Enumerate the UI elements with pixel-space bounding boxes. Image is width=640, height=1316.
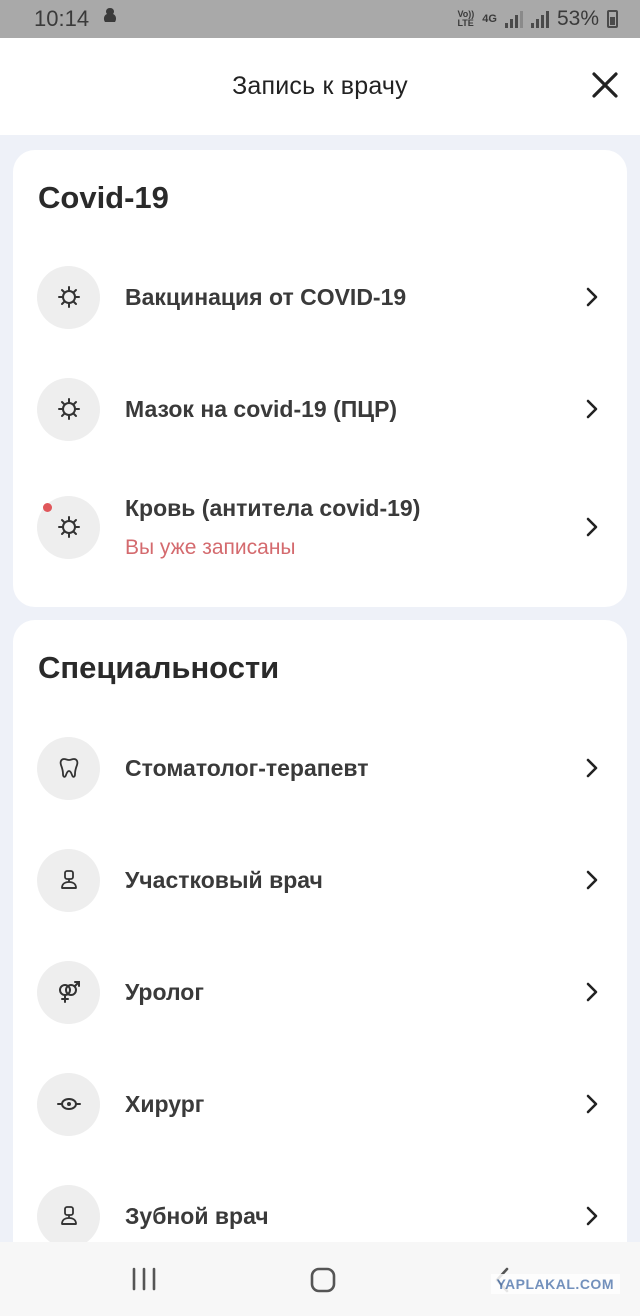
list-item-label: Участковый врач (125, 866, 323, 893)
battery-percent: 53% (556, 7, 599, 30)
list-item-dentist-therapist[interactable]: Стоматолог-терапевт (13, 723, 627, 813)
home-icon (310, 1267, 336, 1293)
specialties-section-title: Специальности (38, 650, 280, 685)
volte-indicator: Vo)) LTE (457, 9, 475, 28)
list-item-label: Кровь (антитела covid-19) (125, 495, 421, 521)
icon-circle (37, 377, 100, 441)
chevron-right-icon (586, 517, 598, 537)
booked-status: Вы уже записаны (125, 536, 296, 559)
page-title: Запись к врачу (232, 72, 408, 100)
specialties-card: Специальности Стоматолог-терапевт Участк… (13, 620, 627, 1260)
chevron-right-icon (586, 399, 598, 419)
chevron-right-icon (586, 982, 598, 1002)
surgery-icon (56, 1098, 81, 1110)
covid-card: Covid-19 Вакцинация от COVID-19 Мазок на… (13, 150, 627, 607)
close-icon (592, 72, 618, 98)
gender-icon (58, 981, 80, 1003)
status-bar: 10:14 Vo)) LTE 4G 53% (0, 0, 640, 38)
icon-circle (37, 1184, 100, 1248)
icon-circle (37, 1072, 100, 1136)
doctor-icon (60, 1206, 77, 1225)
list-item-label: Зубной врач (125, 1202, 269, 1229)
icon-circle (37, 960, 100, 1024)
home-button[interactable] (309, 1266, 337, 1299)
list-item-label: Хирург (125, 1090, 205, 1117)
tooth-icon (59, 758, 78, 778)
notification-badge (43, 503, 52, 512)
virus-icon (57, 398, 80, 420)
list-item-urologist[interactable]: Уролог (13, 947, 627, 1037)
watermark: YAPLAKAL.COM (490, 1274, 620, 1294)
list-item-label: Уролог (125, 978, 204, 1005)
list-item-district-doctor[interactable]: Участковый врач (13, 835, 627, 925)
virus-icon (57, 286, 80, 308)
status-time: 10:14 (34, 6, 90, 31)
virus-icon (57, 516, 80, 538)
network-indicator: 4G (482, 13, 497, 25)
app-header: Запись к врачу (0, 38, 640, 135)
chevron-right-icon (586, 870, 598, 890)
covid-section-title: Covid-19 (38, 180, 169, 215)
icon-circle (37, 736, 100, 800)
signal-icon (504, 10, 523, 28)
list-item-surgeon[interactable]: Хирург (13, 1059, 627, 1149)
list-item-covid-vaccination[interactable]: Вакцинация от COVID-19 (13, 252, 627, 342)
recent-apps-button[interactable] (131, 1266, 157, 1297)
battery-icon (607, 10, 618, 28)
list-item-covid-pcr[interactable]: Мазок на covid-19 (ПЦР) (13, 364, 627, 454)
doctor-icon (60, 870, 77, 889)
icon-circle (37, 848, 100, 912)
list-item-label: Вакцинация от COVID-19 (125, 283, 407, 310)
recent-apps-icon (132, 1267, 156, 1291)
signal-icon-2 (530, 10, 549, 28)
close-button[interactable] (588, 68, 622, 102)
chevron-right-icon (586, 287, 598, 307)
notification-icon (101, 6, 119, 32)
list-item-covid-antibodies[interactable]: Кровь (антитела covid-19) Вы уже записан… (13, 482, 627, 572)
chevron-right-icon (586, 1206, 598, 1226)
chevron-right-icon (586, 1094, 598, 1114)
icon-circle (37, 265, 100, 329)
list-item-label: Стоматолог-терапевт (125, 754, 369, 781)
chevron-right-icon (586, 758, 598, 778)
list-item-label: Мазок на covid-19 (ПЦР) (125, 395, 398, 422)
